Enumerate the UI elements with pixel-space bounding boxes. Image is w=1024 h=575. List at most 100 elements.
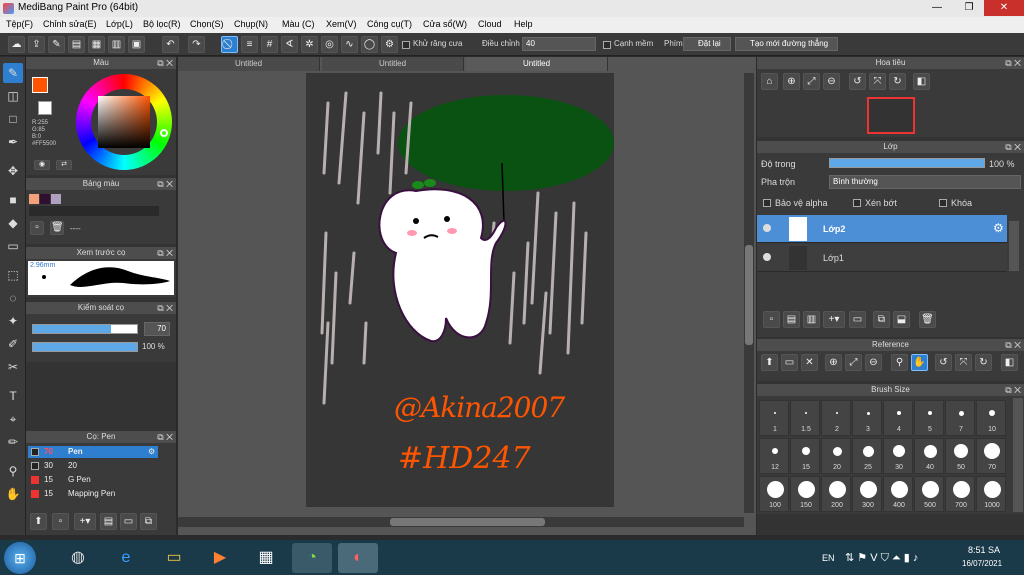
medibang-icon[interactable]: ◐ <box>338 543 378 573</box>
select-pen-icon[interactable]: ✐ <box>3 334 23 354</box>
pen-tool2-icon[interactable]: ✏ <box>3 432 23 452</box>
menu-help[interactable]: Help <box>514 19 533 29</box>
tab-untitled-2[interactable]: Untitled <box>322 57 464 71</box>
media-icon[interactable]: ▶ <box>200 543 240 573</box>
opacity-slider[interactable] <box>32 342 138 352</box>
artwork-canvas[interactable]: @Akina2007 #HD247 <box>306 73 614 507</box>
brush-item[interactable]: 15 G Pen <box>28 474 158 486</box>
start-button[interactable]: ⊞ <box>4 542 36 574</box>
snap-radial-icon[interactable]: ✲ <box>301 36 318 53</box>
rotate-left-icon[interactable]: ↺ <box>849 73 866 90</box>
rect-tool-icon[interactable]: □ <box>3 109 23 129</box>
snap-perspective-icon[interactable]: ∢ <box>281 36 298 53</box>
color-swap-icon[interactable]: ⇄ <box>56 160 72 170</box>
snap-grid-icon[interactable]: # <box>261 36 278 53</box>
share-icon[interactable]: ⇪ <box>28 36 45 53</box>
ref-close-icon[interactable]: ✕ <box>801 354 818 371</box>
menu-color[interactable]: Màu (C) <box>282 19 315 29</box>
new-halftone-icon[interactable]: ▤ <box>783 311 800 328</box>
magic-wand-icon[interactable]: ✦ <box>3 311 23 331</box>
snap-parallel-icon[interactable]: ≡ <box>241 36 258 53</box>
select-eraser-icon[interactable]: ✂ <box>3 357 23 377</box>
palette-swatch[interactable] <box>29 194 39 204</box>
move-tool-icon[interactable]: ✥ <box>3 161 23 181</box>
delete-palette-icon[interactable]: 🗑 <box>50 221 64 235</box>
panel-close-icon[interactable]: ⧉ ✕ <box>1005 384 1021 396</box>
brush-size-option[interactable]: 20 <box>821 438 851 474</box>
zoom-actual-icon[interactable]: ⤢ <box>803 73 820 90</box>
add-palette-icon[interactable]: ▫ <box>30 221 44 235</box>
horizontal-scroll-thumb[interactable] <box>390 518 545 526</box>
fit-icon[interactable]: ⤧ <box>869 73 886 90</box>
brush-tool-icon[interactable]: ✎ <box>3 63 23 83</box>
navigator-thumbnail[interactable] <box>867 97 915 134</box>
tab-untitled-3[interactable]: Untitled <box>466 57 608 71</box>
select-rect-icon[interactable]: ⬚ <box>3 265 23 285</box>
brush-item[interactable]: 70 Pen ⚙ <box>28 446 158 458</box>
brush-item[interactable]: 30 20 <box>28 460 158 472</box>
settings-icon[interactable]: ⚙ <box>381 36 398 53</box>
size-slider[interactable] <box>32 324 138 334</box>
brush-size-option[interactable]: 150 <box>790 476 820 512</box>
menu-capture[interactable]: Chụp(N) <box>234 19 268 29</box>
alpha-protect-checkbox[interactable] <box>763 199 771 207</box>
ref-rotate-left-icon[interactable]: ↺ <box>935 354 952 371</box>
menu-cloud[interactable]: Cloud <box>478 19 502 29</box>
clipping-checkbox[interactable] <box>853 199 861 207</box>
vertical-scrollbar[interactable] <box>744 73 754 513</box>
ref-open-icon[interactable]: ▭ <box>781 354 798 371</box>
ref-mirror-icon[interactable]: ◧ <box>1001 354 1018 371</box>
ref-eyedropper-icon[interactable]: ⚲ <box>891 354 908 371</box>
brush-size-option[interactable]: 2 <box>821 400 851 436</box>
comment-icon[interactable]: ✎ <box>48 36 65 53</box>
panel-close-icon[interactable]: ⧉ ✕ <box>1005 57 1021 69</box>
zoom-out-icon[interactable]: ⊖ <box>823 73 840 90</box>
hue-wheel[interactable] <box>76 74 172 170</box>
panel-close-icon[interactable]: ⧉ ✕ <box>157 302 173 314</box>
secondary-color-swatch[interactable] <box>38 101 52 115</box>
menu-tools[interactable]: Công cụ(T) <box>367 19 412 29</box>
brush-size-scrollbar[interactable] <box>1013 398 1023 512</box>
brush-size-option[interactable]: 5 <box>914 400 944 436</box>
brush-size-option[interactable]: 300 <box>852 476 882 512</box>
eraser-tool-icon[interactable]: ◫ <box>3 86 23 106</box>
doc-icon[interactable]: ▤ <box>68 36 85 53</box>
brush-size-option[interactable]: 30 <box>883 438 913 474</box>
layer-copy-icon[interactable]: ⧉ <box>873 311 890 328</box>
brush-duplicate-icon[interactable]: ⧉ <box>140 513 157 530</box>
brush-size-option[interactable]: 400 <box>883 476 913 512</box>
brush-size-option[interactable]: 15 <box>790 438 820 474</box>
text-tool-icon[interactable]: T <box>3 386 23 406</box>
visibility-icon[interactable] <box>763 253 771 261</box>
new-line-button[interactable]: Tạo mới đường thẳng <box>735 37 838 51</box>
horizontal-scrollbar[interactable] <box>178 517 744 527</box>
undo-icon[interactable]: ↶ <box>162 36 179 53</box>
gear-icon[interactable]: ⚙ <box>148 446 155 458</box>
chrome-icon[interactable]: ◍ <box>58 543 98 573</box>
brush-size-option[interactable]: 7 <box>945 400 975 436</box>
brush-size-option[interactable]: 50 <box>945 438 975 474</box>
gear-icon[interactable]: ⚙ <box>993 221 1004 235</box>
restore-button[interactable]: ❐ <box>954 0 984 16</box>
brush-size-option[interactable]: 70 <box>976 438 1006 474</box>
new-8bit-icon[interactable]: ▥ <box>803 311 820 328</box>
snap-ellipse-icon[interactable]: ◯ <box>361 36 378 53</box>
tray-icons[interactable]: ⇅ ⚑ V ⛉ ⏶ ▮ ♪ <box>845 551 918 565</box>
brush-size-option[interactable]: 100 <box>759 476 789 512</box>
snap-off-icon[interactable]: ⃠ <box>221 36 238 53</box>
snap-circle-icon[interactable]: ◎ <box>321 36 338 53</box>
vertical-scroll-thumb[interactable] <box>745 245 753 345</box>
color-mode-icon[interactable]: ◉ <box>34 160 50 170</box>
menu-window[interactable]: Cửa sổ(W) <box>423 19 467 29</box>
ref-zoom-out-icon[interactable]: ⊖ <box>865 354 882 371</box>
brush-size-option[interactable]: 1 <box>759 400 789 436</box>
brush-size-option[interactable]: 500 <box>914 476 944 512</box>
zoom-in-icon[interactable]: ⊕ <box>783 73 800 90</box>
brush-size-option[interactable]: 700 <box>945 476 975 512</box>
ref-hand-icon[interactable]: ✋ <box>911 354 928 371</box>
tab-untitled-1[interactable]: Untitled <box>178 57 320 71</box>
primary-color-swatch[interactable] <box>32 77 48 93</box>
brush-size-option[interactable]: 12 <box>759 438 789 474</box>
brush-item[interactable]: 15 Mapping Pen <box>28 488 158 500</box>
hue-handle[interactable] <box>160 129 168 137</box>
